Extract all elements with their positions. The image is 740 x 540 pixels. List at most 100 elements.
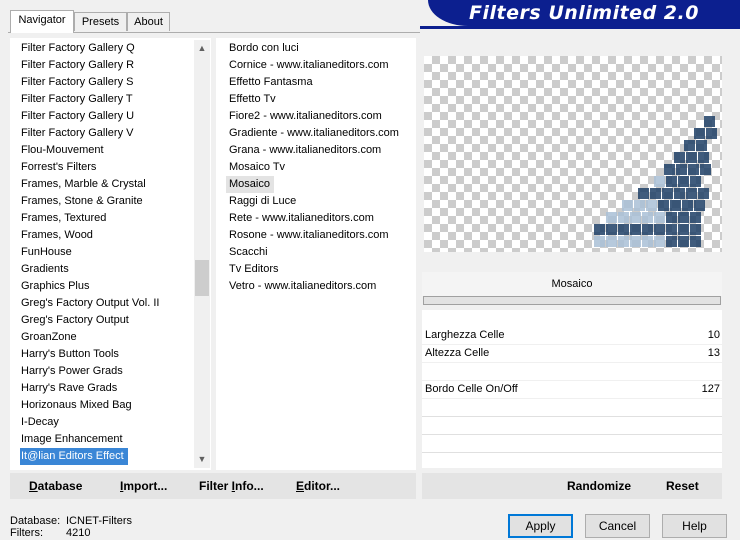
category-list-item[interactable]: Graphics Plus	[10, 278, 93, 295]
help-button[interactable]: Help	[662, 514, 727, 538]
filter-list[interactable]: Bordo con luci Cornice - www.italianedito…	[216, 38, 416, 470]
category-list-item[interactable]: Forrest's Filters	[10, 159, 100, 176]
apply-button[interactable]: Apply	[508, 514, 573, 538]
category-list-item[interactable]: Flou-Mouvement	[10, 142, 108, 159]
mosaic-tile	[630, 224, 641, 235]
tab-navigator[interactable]: Navigator	[10, 10, 74, 33]
randomize-button[interactable]: Randomize	[567, 473, 631, 499]
category-list-item[interactable]: Horizonaus Mixed Bag	[10, 397, 136, 414]
editor-mnemonic: E	[296, 479, 305, 493]
param-value[interactable]: 127	[702, 381, 720, 398]
scroll-down-arrow[interactable]: ▼	[194, 451, 210, 468]
filter-list-item[interactable]: Vetro - www.italianeditors.com	[216, 278, 380, 295]
category-list-item[interactable]: Frames, Stone & Granite	[10, 193, 147, 210]
mosaic-tile	[654, 224, 665, 235]
category-list-item[interactable]: Frames, Textured	[10, 210, 110, 227]
mosaic-tile	[664, 164, 675, 175]
filter-list-item[interactable]: Tv Editors	[216, 261, 283, 278]
database-label: atabase	[37, 479, 83, 493]
category-list-item[interactable]: Frames, Marble & Crystal	[10, 176, 150, 193]
filter-list-item[interactable]: Rete - www.italianeditors.com	[216, 210, 378, 227]
editor-button[interactable]: Editor...	[296, 473, 340, 499]
category-list-item[interactable]: Filter Factory Gallery R	[10, 57, 138, 74]
filter-list-item[interactable]: Effetto Fantasma	[216, 74, 317, 91]
mosaic-tile	[700, 164, 711, 175]
mosaic-tile	[622, 200, 633, 211]
mosaic-tile	[646, 200, 657, 211]
category-list-item[interactable]: Frames, Wood	[10, 227, 97, 244]
left-button-bar: Database Import... Filter Info... Editor…	[10, 473, 416, 499]
mosaic-tile	[618, 224, 629, 235]
mosaic-tile	[666, 212, 677, 223]
reset-button[interactable]: Reset	[666, 473, 699, 499]
tab-about[interactable]: About	[127, 12, 170, 31]
editor-label: ditor...	[304, 479, 341, 493]
mosaic-tile	[634, 200, 645, 211]
param-empty-row	[422, 453, 722, 468]
filter-list-item[interactable]: Mosaico Tv	[216, 159, 289, 176]
category-list-item[interactable]: Harry's Button Tools	[10, 346, 123, 363]
param-label: Altezza Celle	[425, 347, 490, 359]
mosaic-tile	[638, 188, 649, 199]
category-list-item[interactable]: Filter Factory Gallery Q	[10, 40, 139, 57]
filter-list-item[interactable]: Scacchi	[216, 244, 272, 261]
filter-list-item[interactable]: Bordo con luci	[216, 40, 303, 57]
category-list-item[interactable]: Filter Factory Gallery V	[10, 125, 137, 142]
right-button-bar: Randomize Reset	[422, 473, 722, 499]
mosaic-tile	[674, 152, 685, 163]
param-value[interactable]: 10	[708, 327, 720, 344]
mosaic-tile	[618, 212, 629, 223]
mosaic-tile	[678, 224, 689, 235]
filter-list-item[interactable]: Grana - www.italianeditors.com	[216, 142, 385, 159]
param-empty-row	[422, 417, 722, 434]
filter-list-item[interactable]: Mosaico	[226, 176, 274, 193]
category-list-item[interactable]: Image Enhancement	[10, 431, 127, 448]
category-list[interactable]: Filter Factory Gallery Q Filter Factory G…	[10, 38, 211, 470]
category-list-item[interactable]: FunHouse	[10, 244, 76, 261]
preview-canvas	[424, 56, 722, 252]
category-list-item[interactable]: Filter Factory Gallery S	[10, 74, 137, 91]
import-label: mport...	[123, 479, 168, 493]
mosaic-tile	[698, 152, 709, 163]
mosaic-tile	[670, 200, 681, 211]
tab-presets-label: Presets	[81, 16, 120, 28]
tab-about-label: About	[134, 16, 163, 28]
filter-list-item[interactable]: Cornice - www.italianeditors.com	[216, 57, 393, 74]
scroll-up-arrow[interactable]: ▲	[194, 40, 210, 57]
filter-list-item[interactable]: Raggi di Luce	[216, 193, 300, 210]
category-list-item[interactable]: Harry's Rave Grads	[10, 380, 121, 397]
category-scrollbar[interactable]: ▲ ▼	[194, 40, 210, 468]
param-value[interactable]: 13	[708, 345, 720, 362]
filter-info-label: nfo...	[235, 479, 264, 493]
tab-presets[interactable]: Presets	[74, 12, 127, 31]
category-list-item[interactable]: It@lian Editors Effect	[20, 448, 128, 465]
mosaic-tile	[694, 128, 705, 139]
param-label: Larghezza Celle	[425, 329, 505, 341]
row-divider	[422, 434, 722, 435]
title-separator-bar	[423, 296, 721, 305]
param-row-bordo[interactable]: Bordo Celle On/Off 127	[422, 381, 722, 398]
mosaic-tile	[690, 176, 701, 187]
param-row-altezza[interactable]: Altezza Celle 13	[422, 345, 722, 362]
filter-info-button[interactable]: Filter Info...	[199, 473, 264, 499]
import-button[interactable]: Import...	[120, 473, 167, 499]
category-list-item[interactable]: Filter Factory Gallery U	[10, 108, 138, 125]
category-list-item[interactable]: Harry's Power Grads	[10, 363, 127, 380]
filter-list-item[interactable]: Rosone - www.italianeditors.com	[216, 227, 393, 244]
filter-list-item[interactable]: Effetto Tv	[216, 91, 280, 108]
cancel-button[interactable]: Cancel	[585, 514, 650, 538]
param-row-larghezza[interactable]: Larghezza Celle 10	[422, 327, 722, 344]
category-list-item[interactable]: GroanZone	[10, 329, 81, 346]
preview-mosaic-image	[594, 116, 717, 247]
scroll-thumb[interactable]	[195, 260, 209, 296]
mosaic-tile	[666, 224, 677, 235]
category-list-item[interactable]: I-Decay	[10, 414, 63, 431]
database-button[interactable]: Database	[29, 473, 82, 499]
category-list-item[interactable]: Greg's Factory Output Vol. II	[10, 295, 163, 312]
category-list-item[interactable]: Greg's Factory Output	[10, 312, 133, 329]
filter-list-item[interactable]: Fiore2 - www.italianeditors.com	[216, 108, 386, 125]
category-list-item[interactable]: Gradients	[10, 261, 73, 278]
mosaic-tile	[682, 200, 693, 211]
category-list-item[interactable]: Filter Factory Gallery T	[10, 91, 137, 108]
filter-list-item[interactable]: Gradiente - www.italianeditors.com	[216, 125, 403, 142]
